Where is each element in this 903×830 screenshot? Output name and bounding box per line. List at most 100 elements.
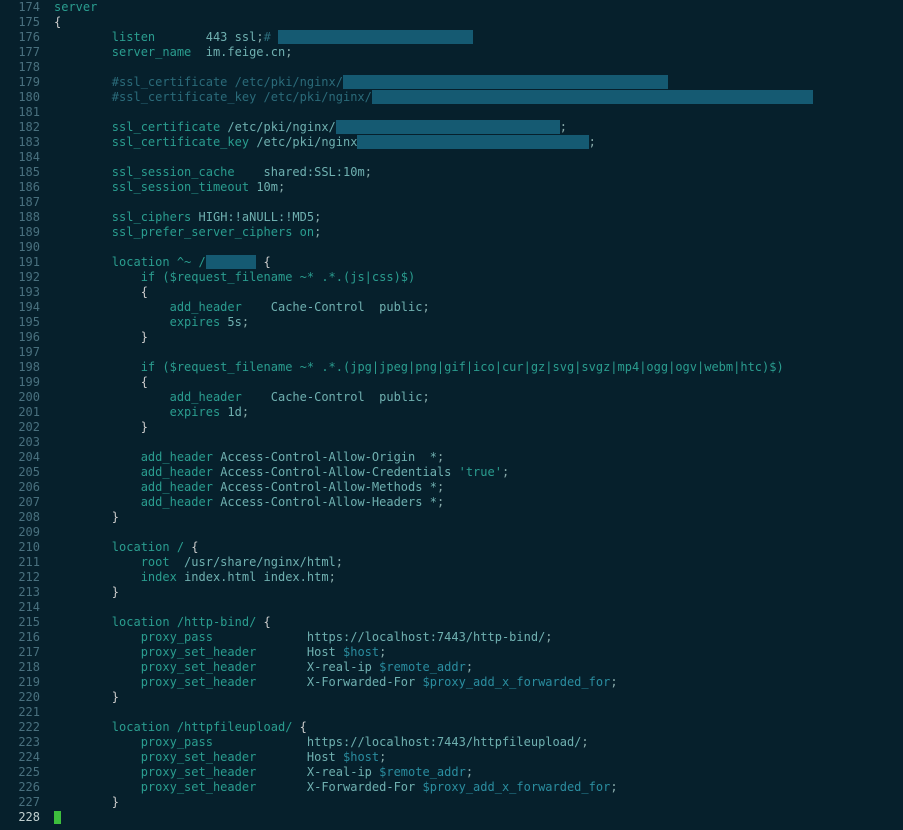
code-line[interactable]: root /usr/share/nginx/html; [54,555,903,570]
code-line[interactable]: #ssl_certificate /etc/pki/nginx/ [54,75,903,90]
token-sep: ; [285,45,292,59]
token-br: } [54,330,148,344]
line-number: 196 [0,330,40,345]
token-val: /etc/pki/nginx/ [227,120,335,134]
token-plain [191,210,198,224]
code-area[interactable]: server{ listen 443 ssl;# server_name im.… [54,0,903,825]
code-line[interactable]: } [54,585,903,600]
token-sep: ; [589,135,596,149]
code-line[interactable]: add_header Cache-Control public; [54,300,903,315]
token-br: { [191,540,198,554]
code-line[interactable]: ssl_session_cache shared:SSL:10m; [54,165,903,180]
code-line[interactable]: location / { [54,540,903,555]
token-kw: server_name [54,45,191,59]
code-line[interactable] [54,150,903,165]
token-kw: ssl_prefer_server_ciphers [54,225,292,239]
line-number: 191 [0,255,40,270]
code-line[interactable]: proxy_pass https://localhost:7443/httpfi… [54,735,903,750]
line-number: 212 [0,570,40,585]
code-line[interactable]: proxy_set_header X-Forwarded-For $proxy_… [54,675,903,690]
code-line[interactable]: add_header Cache-Control public; [54,390,903,405]
code-line[interactable]: proxy_set_header Host $host; [54,750,903,765]
token-val: Access-Control-Allow-Headers * [220,495,437,509]
token-kw: proxy_set_header [54,765,256,779]
code-line[interactable]: #ssl_certificate_key /etc/pki/nginx/ [54,90,903,105]
line-number: 208 [0,510,40,525]
code-line[interactable]: listen 443 ssl;# [54,30,903,45]
code-line[interactable]: proxy_set_header X-real-ip $remote_addr; [54,765,903,780]
line-number: 225 [0,765,40,780]
line-number: 199 [0,375,40,390]
code-line[interactable]: server_name im.feige.cn; [54,45,903,60]
code-line[interactable]: add_header Access-Control-Allow-Methods … [54,480,903,495]
code-line[interactable]: proxy_set_header X-Forwarded-For $proxy_… [54,780,903,795]
token-kw: server [54,0,97,14]
code-editor[interactable]: 1741751761771781791801811821831841851861… [0,0,903,825]
code-line[interactable] [54,435,903,450]
code-line[interactable] [54,525,903,540]
code-line[interactable]: ssl_session_timeout 10m; [54,180,903,195]
token-val: Cache-Control public [271,300,423,314]
code-line[interactable] [54,600,903,615]
code-line[interactable]: location /httpfileupload/ { [54,720,903,735]
code-line[interactable] [54,105,903,120]
code-line[interactable]: proxy_set_header X-real-ip $remote_addr; [54,660,903,675]
code-line[interactable]: { [54,375,903,390]
token-plain [242,300,271,314]
code-line[interactable] [54,705,903,720]
code-line[interactable] [54,240,903,255]
code-line[interactable] [54,60,903,75]
token-val: X-real-ip [307,765,379,779]
code-line[interactable]: ssl_certificate /etc/pki/nginx/ ; [54,120,903,135]
code-line[interactable]: ssl_prefer_server_ciphers on; [54,225,903,240]
token-cmt: # [264,30,278,44]
token-kw: ssl_ciphers [54,210,191,224]
code-line[interactable]: location /http-bind/ { [54,615,903,630]
token-sep: ; [314,225,321,239]
code-line[interactable]: } [54,420,903,435]
code-line[interactable] [54,345,903,360]
code-line[interactable]: index index.html index.htm; [54,570,903,585]
code-line[interactable] [54,195,903,210]
line-number: 194 [0,300,40,315]
code-line[interactable]: { [54,285,903,300]
token-sel [343,75,668,89]
code-line[interactable]: expires 1d; [54,405,903,420]
token-val: 1d [227,405,241,419]
token-var: $host [343,645,379,659]
code-line[interactable]: add_header Access-Control-Allow-Headers … [54,495,903,510]
code-line[interactable]: } [54,690,903,705]
code-line[interactable]: { [54,15,903,30]
code-line[interactable]: ssl_certificate_key /etc/pki/nginx ; [54,135,903,150]
line-number: 221 [0,705,40,720]
code-line[interactable]: ssl_ciphers HIGH:!aNULL:!MD5; [54,210,903,225]
code-line[interactable]: proxy_set_header Host $host; [54,645,903,660]
line-number: 214 [0,600,40,615]
token-sel [278,30,473,44]
token-plain [213,630,307,644]
line-number: 211 [0,555,40,570]
code-line[interactable]: add_header Access-Control-Allow-Credenti… [54,465,903,480]
token-plain: /httpfileupload/ [170,720,300,734]
token-sep: ; [437,450,444,464]
code-line[interactable]: expires 5s; [54,315,903,330]
code-line[interactable]: if ($request_filename ~* .*.(jpg|jpeg|pn… [54,360,903,375]
code-line[interactable]: } [54,510,903,525]
code-line[interactable]: if ($request_filename ~* .*.(js|css)$) [54,270,903,285]
code-line[interactable]: server [54,0,903,15]
line-number-gutter: 1741751761771781791801811821831841851861… [0,0,54,825]
line-number: 222 [0,720,40,735]
token-val: im.feige.cn [206,45,285,59]
token-val: shared:SSL:10m [264,165,365,179]
code-line[interactable]: add_header Access-Control-Allow-Origin *… [54,450,903,465]
line-number: 179 [0,75,40,90]
token-val: X-Forwarded-For [307,780,423,794]
token-plain: ^~ / [170,255,206,269]
code-line[interactable]: location ^~ / { [54,255,903,270]
line-number: 197 [0,345,40,360]
code-line[interactable]: proxy_pass https://localhost:7443/http-b… [54,630,903,645]
code-line[interactable]: } [54,330,903,345]
token-kw: expires [54,315,220,329]
code-line[interactable] [54,810,903,825]
code-line[interactable]: } [54,795,903,810]
